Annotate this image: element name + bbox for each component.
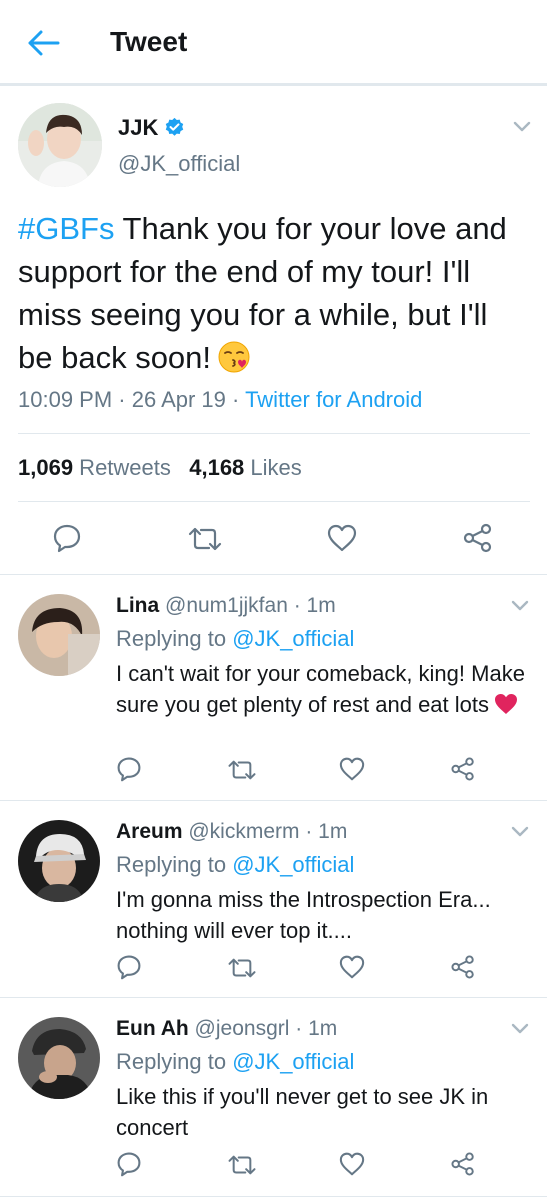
retweets-stat[interactable]: 1,069 Retweets <box>18 455 171 480</box>
chevron-down-icon[interactable] <box>511 600 529 612</box>
author-handle[interactable]: @JK_official <box>118 151 240 177</box>
share-icon[interactable] <box>450 954 476 980</box>
reply-author-name[interactable]: Eun Ah <box>116 1017 189 1040</box>
retweet-icon[interactable] <box>187 525 223 553</box>
share-icon[interactable] <box>450 1151 476 1177</box>
reply-body: I can't wait for your comeback, king! Ma… <box>116 661 525 717</box>
likes-label: Likes <box>244 455 302 480</box>
like-icon[interactable] <box>339 1152 365 1176</box>
source-link[interactable]: Twitter for Android <box>245 387 422 412</box>
author-name-text: JJK <box>118 115 159 140</box>
page-title: Tweet <box>110 26 188 57</box>
reply-header: Areum @kickmerm · 1m <box>116 820 347 844</box>
reply-icon[interactable] <box>52 523 82 553</box>
likes-stat[interactable]: 4,168 Likes <box>189 455 302 480</box>
reply-icon[interactable] <box>116 954 142 980</box>
main-tweet: JJK @JK_official #GBFs Thank you for you… <box>0 89 547 575</box>
reply-author-name[interactable]: Areum <box>116 820 183 843</box>
chevron-down-icon[interactable] <box>513 121 531 133</box>
chevron-down-icon[interactable] <box>511 1023 529 1035</box>
reply-text: I'm gonna miss the Introspection Era... … <box>116 887 491 943</box>
reply-tweet[interactable]: Areum @kickmerm · 1m Replying to @JK_off… <box>0 802 547 998</box>
hashtag-link[interactable]: #GBFs <box>18 211 114 246</box>
verified-badge-icon <box>166 117 184 136</box>
tweet-stats: 1,069 Retweets 4,168 Likes <box>18 455 302 481</box>
replying-label: Replying to <box>116 852 233 877</box>
share-icon[interactable] <box>462 522 494 554</box>
replying-to-link[interactable]: @JK_official <box>232 852 354 877</box>
reply-header: Lina @num1jjkfan · 1m <box>116 594 336 618</box>
reply-tweet[interactable]: Lina @num1jjkfan · 1m Replying to @JK_of… <box>0 576 547 801</box>
chevron-down-icon[interactable] <box>511 826 529 838</box>
author-name[interactable]: JJK <box>118 115 185 141</box>
reply-header: Eun Ah @jeonsgrl · 1m <box>116 1017 337 1041</box>
back-arrow-icon[interactable] <box>26 28 60 58</box>
avatar[interactable] <box>18 820 100 902</box>
kiss-emoji-icon <box>218 341 250 373</box>
tweet-text: #GBFs Thank you for your love and suppor… <box>18 207 528 379</box>
replying-to: Replying to @JK_official <box>116 1049 354 1075</box>
reply-text: I can't wait for your comeback, king! Ma… <box>116 658 531 720</box>
retweet-icon[interactable] <box>227 1153 257 1177</box>
retweet-icon[interactable] <box>227 758 257 782</box>
reply-icon[interactable] <box>116 1151 142 1177</box>
retweets-count: 1,069 <box>18 455 74 480</box>
divider <box>18 433 530 434</box>
reply-meta: @kickmerm · 1m <box>182 820 348 843</box>
replying-label: Replying to <box>116 1049 233 1074</box>
reply-meta: @num1jjkfan · 1m <box>159 594 336 617</box>
heart-emoji-icon <box>495 694 518 714</box>
avatar[interactable] <box>18 594 100 676</box>
tweet-timestamp: 10:09 PM · 26 Apr 19 · Twitter for Andro… <box>18 387 422 413</box>
replying-label: Replying to <box>116 626 233 651</box>
reply-meta: @jeonsgrl · 1m <box>188 1017 338 1040</box>
top-app-bar: Tweet <box>0 0 547 86</box>
retweets-label: Retweets <box>73 455 171 480</box>
replying-to-link[interactable]: @JK_official <box>232 626 354 651</box>
share-icon[interactable] <box>450 756 476 782</box>
like-icon[interactable] <box>327 524 357 552</box>
divider <box>18 501 530 502</box>
replying-to-link[interactable]: @JK_official <box>232 1049 354 1074</box>
like-icon[interactable] <box>339 955 365 979</box>
replying-to: Replying to @JK_official <box>116 852 354 878</box>
avatar[interactable] <box>18 103 102 187</box>
reply-icon[interactable] <box>116 756 142 782</box>
like-icon[interactable] <box>339 757 365 781</box>
reply-tweet[interactable]: Eun Ah @jeonsgrl · 1m Replying to @JK_of… <box>0 999 547 1197</box>
likes-count: 4,168 <box>189 455 245 480</box>
replying-to: Replying to @JK_official <box>116 626 354 652</box>
retweet-icon[interactable] <box>227 956 257 980</box>
reply-text: Like this if you'll never get to see JK … <box>116 1084 489 1140</box>
timestamp-text: 10:09 PM · 26 Apr 19 · <box>18 387 246 412</box>
avatar[interactable] <box>18 1017 100 1099</box>
reply-author-name[interactable]: Lina <box>116 594 159 617</box>
